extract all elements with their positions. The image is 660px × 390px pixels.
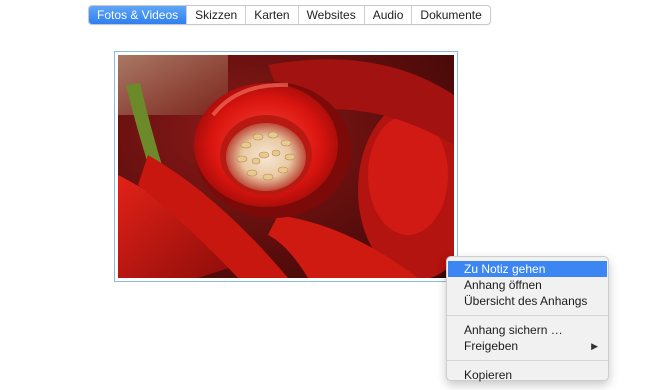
menu-item-copy[interactable]: Kopieren (447, 367, 608, 383)
tab-dokumente[interactable]: Dokumente (411, 6, 489, 24)
menu-item-attachment-overview[interactable]: Übersicht des Anhangs (447, 293, 608, 309)
tab-skizzen[interactable]: Skizzen (186, 6, 245, 24)
attachment-type-tabs: Fotos & Videos Skizzen Karten Websites A… (88, 5, 491, 25)
attachment-thumbnail[interactable] (114, 51, 458, 282)
tab-karten[interactable]: Karten (245, 6, 297, 24)
chili-pepper-image (118, 55, 454, 278)
menu-separator (447, 315, 608, 316)
menu-item-share[interactable]: Freigeben ▶ (447, 338, 608, 354)
menu-separator (447, 360, 608, 361)
menu-item-save-attachment[interactable]: Anhang sichern … (447, 322, 608, 338)
triangle-right-icon: ▶ (591, 341, 598, 351)
menu-item-share-label: Freigeben (464, 339, 519, 353)
menu-item-go-to-note[interactable]: Zu Notiz gehen (448, 261, 607, 277)
menu-item-open-attachment[interactable]: Anhang öffnen (447, 277, 608, 293)
tab-audio[interactable]: Audio (363, 6, 412, 24)
tab-websites[interactable]: Websites (297, 6, 364, 24)
tab-fotos-videos[interactable]: Fotos & Videos (89, 6, 187, 24)
context-menu: Zu Notiz gehen Anhang öffnen Übersicht d… (446, 256, 609, 383)
